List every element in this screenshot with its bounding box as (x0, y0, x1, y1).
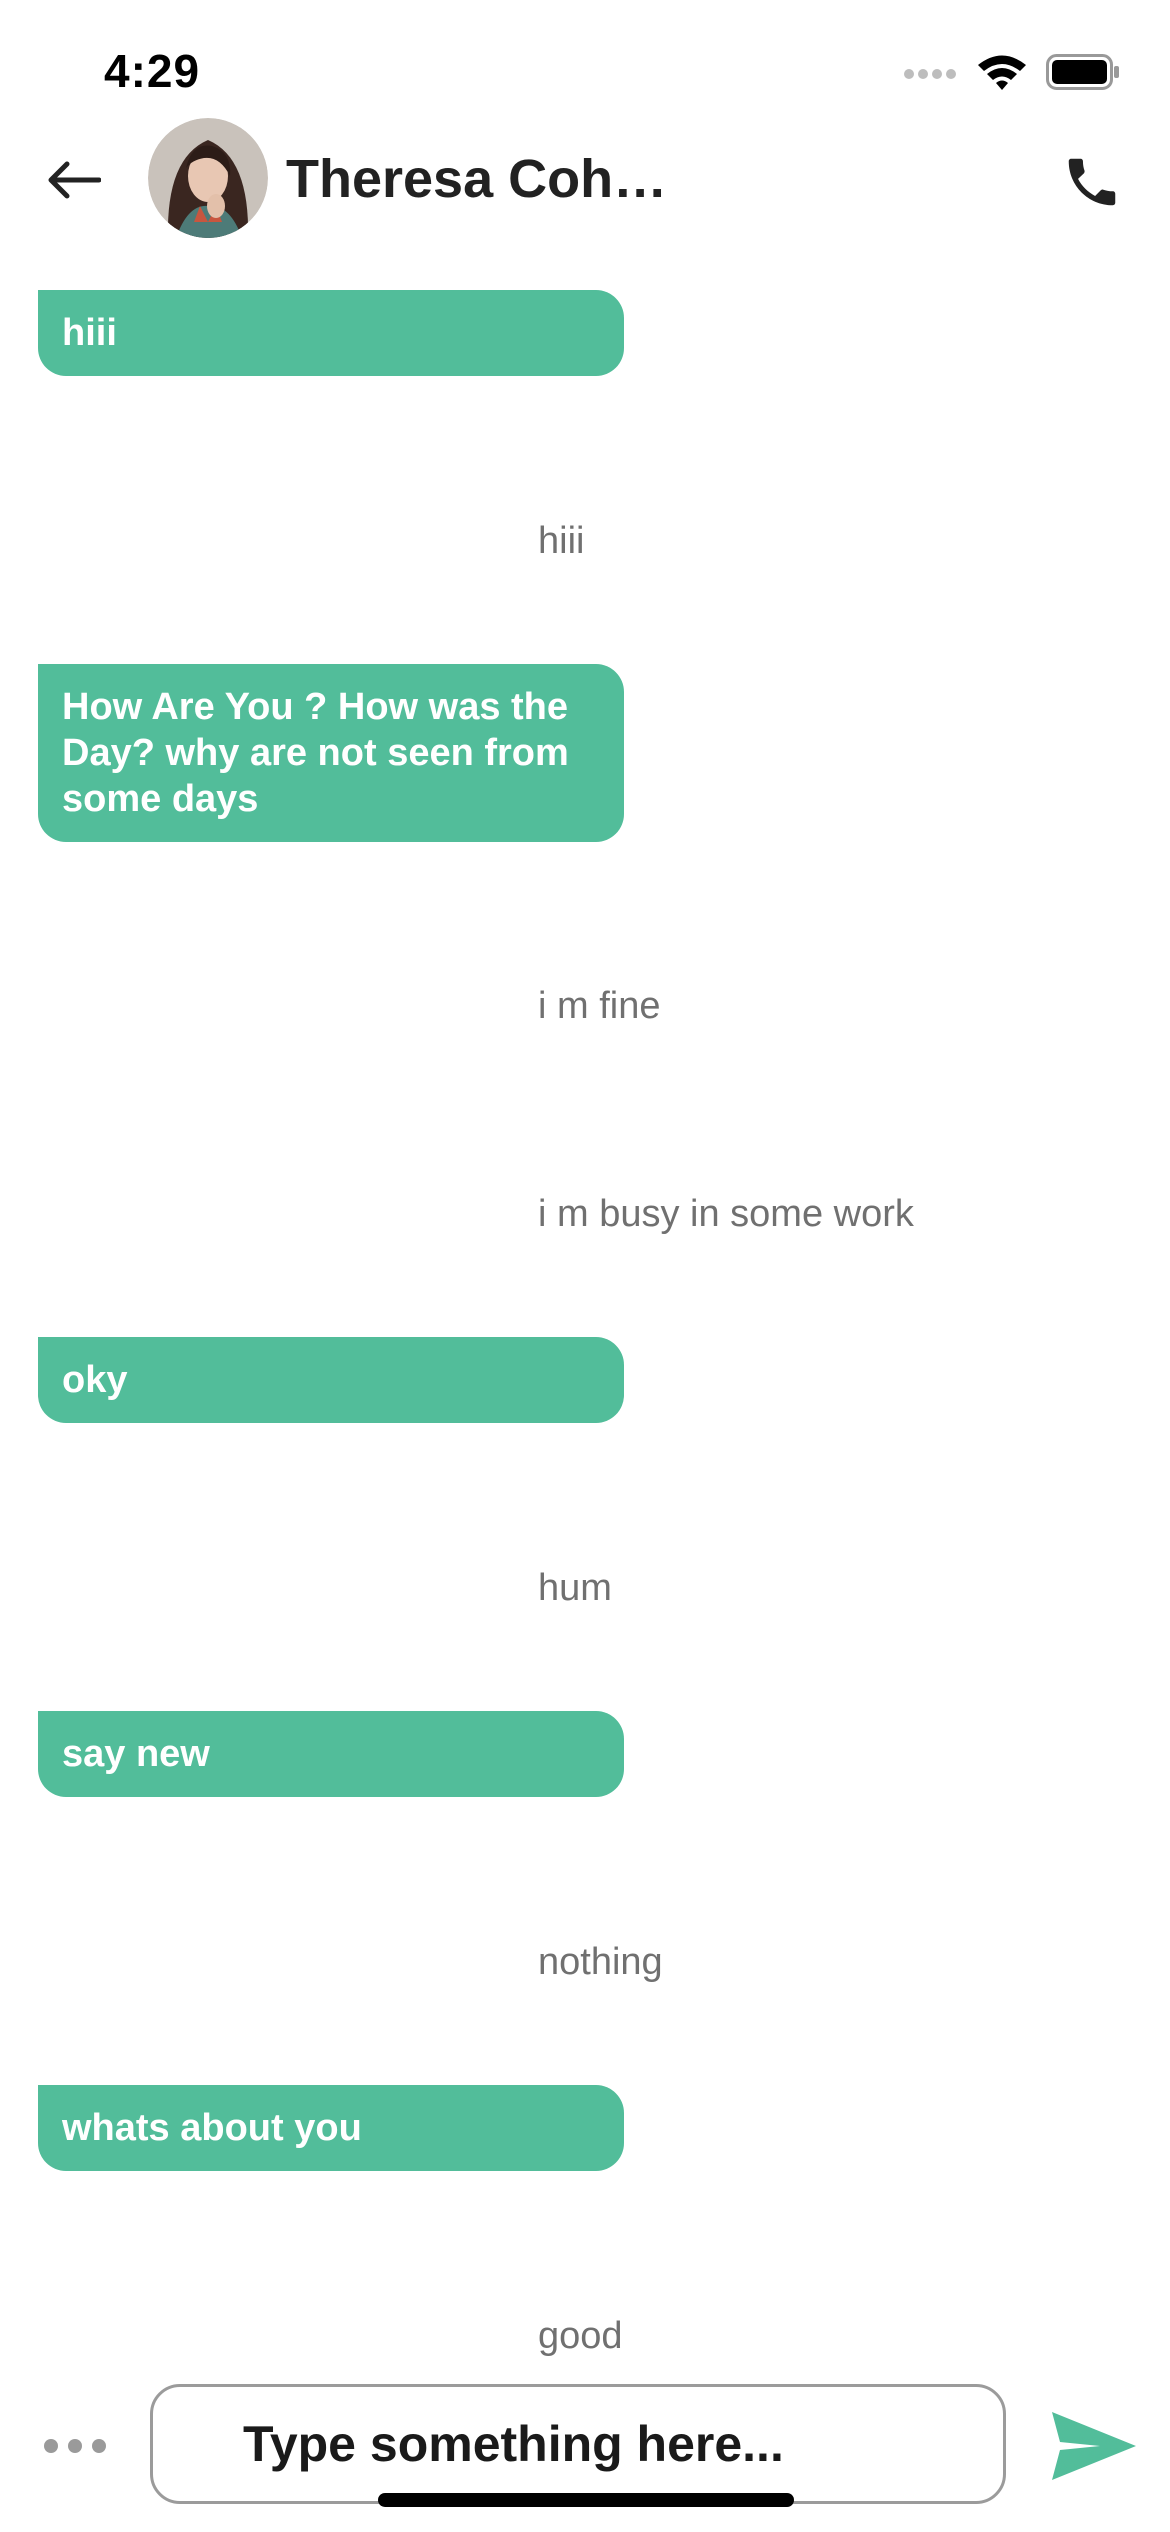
more-dots-icon (44, 2439, 58, 2453)
outgoing-message: nothing (538, 1941, 663, 1983)
incoming-message: whats about you (38, 2085, 624, 2171)
outgoing-message: i m fine (538, 985, 661, 1027)
more-options-button[interactable] (40, 2426, 110, 2466)
contact-name[interactable]: Theresa Cohe... (286, 148, 686, 210)
arrow-left-icon (48, 161, 101, 199)
send-icon (1052, 2412, 1136, 2480)
outgoing-message: good (538, 2315, 623, 2357)
status-time: 4:29 (104, 45, 201, 97)
back-button[interactable] (40, 150, 106, 210)
battery-icon (1046, 54, 1119, 90)
phone-icon (1068, 158, 1116, 206)
message-input[interactable]: Type something here... (150, 2384, 1006, 2504)
outgoing-message: i m busy in some work (538, 1193, 914, 1235)
wifi-icon (978, 55, 1026, 90)
incoming-message: say new (38, 1711, 624, 1797)
status-icons (902, 52, 1120, 92)
contact-avatar[interactable] (148, 118, 268, 238)
cellular-signal-icon (904, 69, 956, 79)
send-button[interactable] (1048, 2408, 1140, 2484)
outgoing-message: hum (538, 1567, 612, 1609)
incoming-message: hiii (38, 290, 624, 376)
outgoing-message: hiii (538, 520, 585, 562)
call-button[interactable] (1058, 148, 1126, 216)
incoming-message: oky (38, 1337, 624, 1423)
incoming-message: How Are You ? How was the Day? why are n… (38, 664, 624, 842)
home-indicator (378, 2493, 794, 2507)
